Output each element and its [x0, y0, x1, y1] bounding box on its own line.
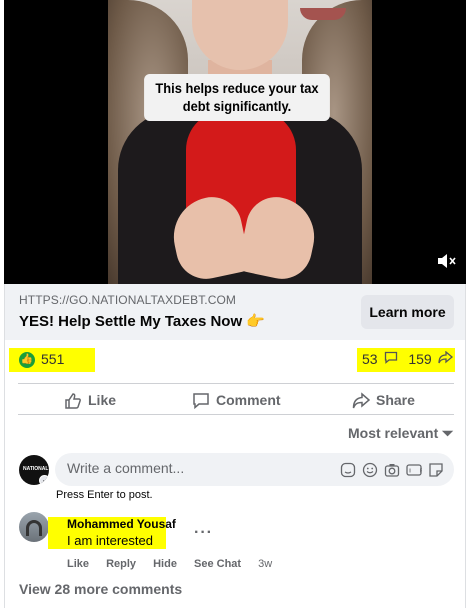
- comment-reply-link[interactable]: Reply: [106, 558, 136, 570]
- thumbs-up-icon: [65, 393, 81, 410]
- share-icon: [437, 350, 453, 367]
- more-options-icon[interactable]: ···: [194, 524, 213, 542]
- my-avatar[interactable]: NATIONAL ⌄: [19, 455, 49, 485]
- ad-video[interactable]: This helps reduce your tax debt signific…: [4, 0, 466, 284]
- chevron-down-icon[interactable]: ⌄: [39, 475, 49, 485]
- comment-field[interactable]: Write a comment... GIF: [55, 453, 454, 486]
- svg-text:GIF: GIF: [406, 469, 422, 475]
- like-count[interactable]: 551: [41, 351, 64, 367]
- comment-hide-link[interactable]: Hide: [153, 558, 177, 570]
- like-reaction-icon[interactable]: 👍: [19, 352, 35, 368]
- composer-icons: GIF: [340, 461, 444, 478]
- comment-icon: [384, 351, 398, 367]
- emoji-icon: [362, 463, 378, 478]
- comment-button[interactable]: Comment: [192, 384, 281, 416]
- gif-icon: GIF: [396, 464, 423, 476]
- commenter-avatar[interactable]: [19, 512, 49, 542]
- like-button[interactable]: Like: [64, 384, 116, 416]
- share-icon: [352, 392, 371, 409]
- camera-icon: [384, 464, 400, 477]
- comment-bubble: Mohammed Yousaf I am interested: [55, 510, 184, 556]
- comment-text: I am interested: [67, 533, 153, 548]
- post-hint: Press Enter to post.: [56, 489, 153, 501]
- comment-icon: [193, 393, 209, 410]
- share-button[interactable]: Share: [352, 384, 415, 416]
- learn-more-button[interactable]: Learn more: [361, 295, 454, 329]
- see-chat-link[interactable]: See Chat: [194, 558, 241, 570]
- engagement-counts: 53 159: [362, 350, 453, 367]
- link-preview[interactable]: HTTPS://GO.NATIONALTAXDEBT.COM YES! Help…: [5, 284, 465, 340]
- share-count[interactable]: 159: [408, 351, 431, 367]
- sticker-face-icon: [429, 463, 443, 477]
- comment-input[interactable]: Write a comment...: [67, 460, 184, 476]
- view-more-comments-link[interactable]: View 28 more comments: [19, 581, 182, 597]
- comment-like-link[interactable]: Like: [67, 558, 89, 570]
- link-title[interactable]: YES! Help Settle My Taxes Now 👉: [19, 312, 265, 330]
- volume-muted-icon[interactable]: [436, 252, 460, 272]
- reaction-summary: 👍 551 53 159: [5, 340, 465, 380]
- video-frame: [108, 0, 372, 284]
- video-caption: This helps reduce your tax debt signific…: [144, 74, 330, 121]
- sort-comments-dropdown[interactable]: Most relevant ⏷: [348, 425, 453, 442]
- commenter-name[interactable]: Mohammed Yousaf: [67, 517, 176, 531]
- comment-timestamp[interactable]: 3w: [258, 558, 272, 570]
- sticker-icon: [340, 463, 356, 478]
- link-domain: HTTPS://GO.NATIONALTAXDEBT.COM: [19, 293, 237, 307]
- comment-actions: Like Reply Hide See Chat 3w: [67, 558, 286, 570]
- post-actions: Like Comment Share: [18, 383, 454, 415]
- comment-count[interactable]: 53: [362, 351, 378, 367]
